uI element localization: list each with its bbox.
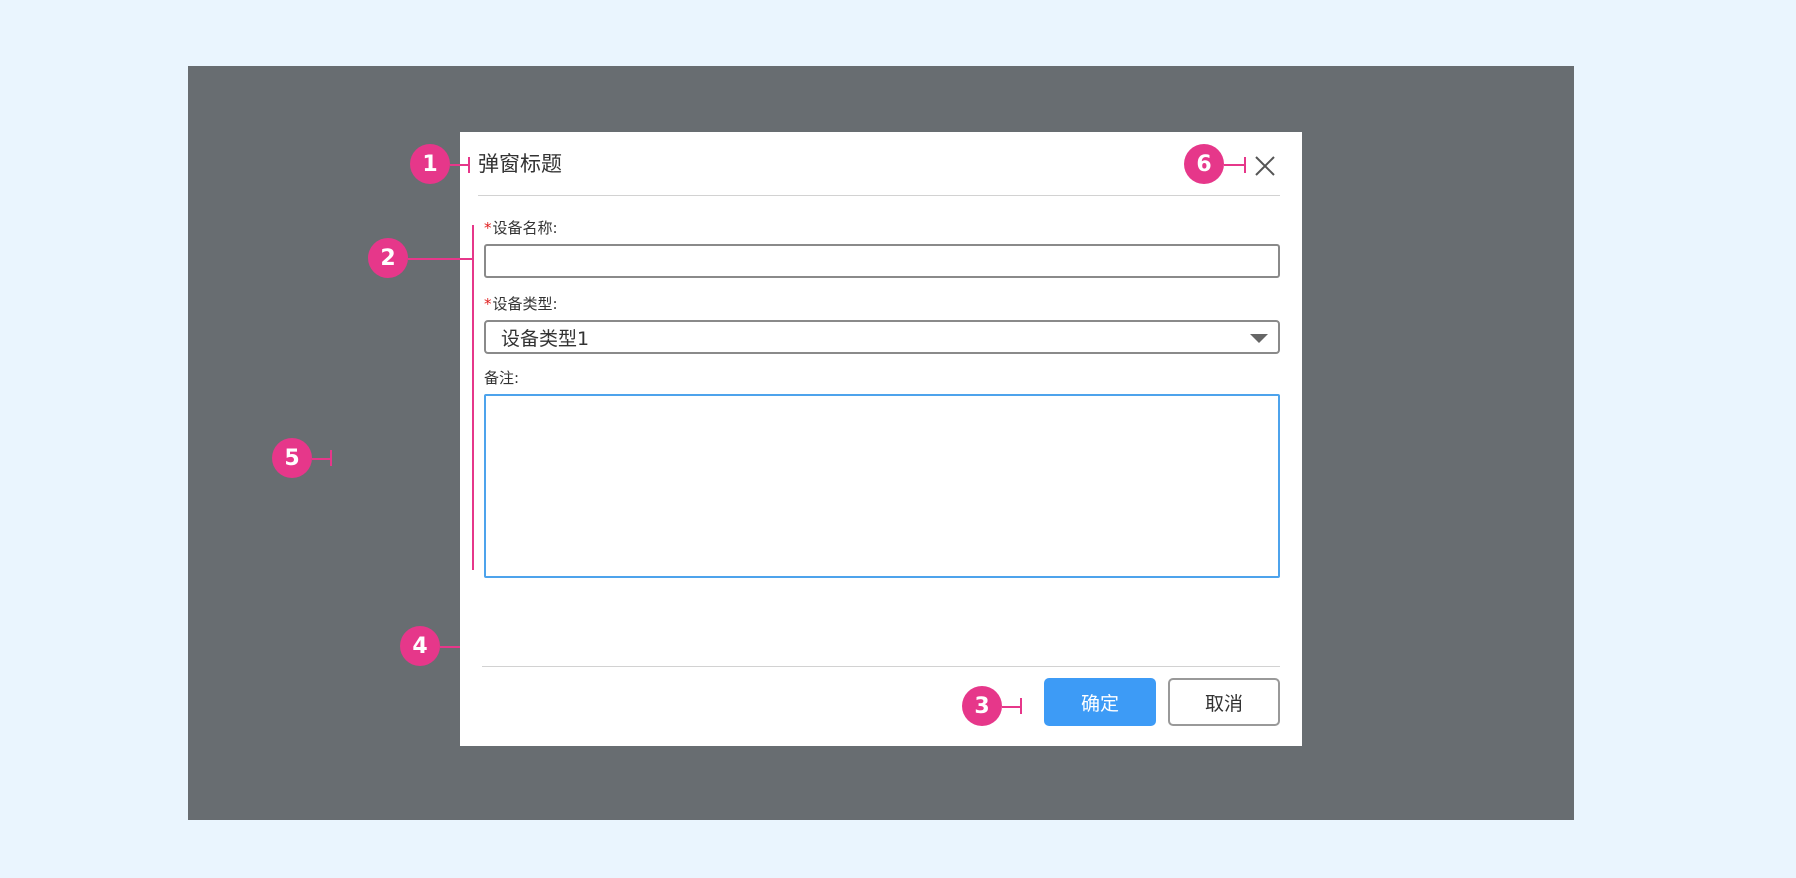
required-mark: * — [484, 295, 492, 313]
annotation-marker-5: 5 — [272, 438, 312, 478]
device-name-label-text: 设备名称: — [492, 219, 558, 237]
cancel-button[interactable]: 取消 — [1168, 678, 1280, 726]
annotation-leader — [1244, 157, 1246, 173]
device-type-label: * 设备类型: — [484, 294, 1280, 314]
remark-label: 备注: — [484, 368, 1280, 388]
annotation-leader — [312, 458, 332, 460]
annotation-leader — [450, 164, 470, 166]
canvas: 弹窗标题 * 设备名称: * 设备类型: 设备类型1 备注: 确定 取消 1 2… — [0, 0, 1796, 878]
device-name-label: * 设备名称: — [484, 218, 1280, 238]
annotation-marker-1: 1 — [410, 144, 450, 184]
annotation-leader — [468, 157, 470, 173]
annotation-leader — [1002, 706, 1022, 708]
footer-divider — [482, 666, 1280, 667]
required-mark: * — [484, 219, 492, 237]
annotation-leader — [408, 258, 474, 260]
remark-textarea[interactable] — [484, 394, 1280, 578]
remark-label-text: 备注: — [484, 369, 520, 387]
device-form: * 设备名称: * 设备类型: 设备类型1 备注: — [484, 218, 1280, 578]
annotation-marker-3: 3 — [962, 686, 1002, 726]
device-type-select[interactable]: 设备类型1 — [484, 320, 1280, 354]
caret-down-icon — [1250, 334, 1268, 343]
modal-dialog: 弹窗标题 * 设备名称: * 设备类型: 设备类型1 备注: 确定 取消 — [460, 132, 1302, 746]
device-type-selected-value: 设备类型1 — [501, 327, 590, 350]
annotation-marker-2: 2 — [368, 238, 408, 278]
close-button[interactable] — [1250, 151, 1280, 181]
confirm-button[interactable]: 确定 — [1044, 678, 1156, 726]
close-icon — [1255, 156, 1275, 176]
annotation-marker-4: 4 — [400, 626, 440, 666]
annotation-marker-6: 6 — [1184, 144, 1224, 184]
device-type-label-text: 设备类型: — [492, 295, 558, 313]
device-name-input[interactable] — [484, 244, 1280, 278]
annotation-leader — [1020, 698, 1022, 714]
annotation-leader — [472, 225, 474, 570]
dialog-header: 弹窗标题 — [478, 132, 1280, 196]
annotation-leader — [330, 450, 332, 466]
dialog-title: 弹窗标题 — [478, 152, 562, 176]
annotation-leader — [440, 646, 460, 648]
annotation-leader — [1224, 164, 1246, 166]
